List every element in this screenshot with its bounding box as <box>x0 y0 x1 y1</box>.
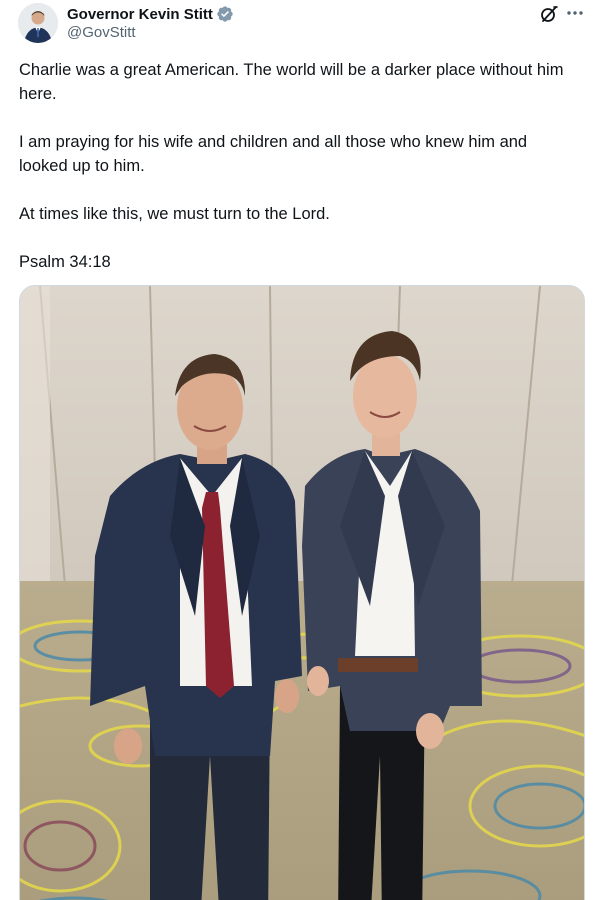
avatar-image <box>18 3 58 43</box>
tweet-paragraph-3: At times like this, we must turn to the … <box>19 205 330 223</box>
tweet-text: Charlie was a great American. The world … <box>19 58 579 274</box>
tweet-header: Governor Kevin Stitt @GovStitt <box>0 0 595 48</box>
tweet-paragraph-1: Charlie was a great American. The world … <box>19 61 564 103</box>
author-display-name[interactable]: Governor Kevin Stitt <box>67 6 213 23</box>
verified-badge-icon[interactable] <box>216 5 234 23</box>
photo-illustration <box>20 286 584 900</box>
author-handle[interactable]: @GovStitt <box>67 24 136 41</box>
author-avatar[interactable] <box>18 3 58 43</box>
grok-icon[interactable] <box>539 4 559 24</box>
more-dots-icon[interactable] <box>564 2 586 24</box>
tweet-paragraph-4[interactable]: Psalm 34:18 <box>19 250 579 274</box>
author-name-row: Governor Kevin Stitt <box>67 4 234 24</box>
tweet: Governor Kevin Stitt @GovStitt Charlie w… <box>0 0 595 900</box>
tweet-paragraph-2: I am praying for his wife and children a… <box>19 133 528 175</box>
tweet-photo[interactable] <box>19 285 585 900</box>
